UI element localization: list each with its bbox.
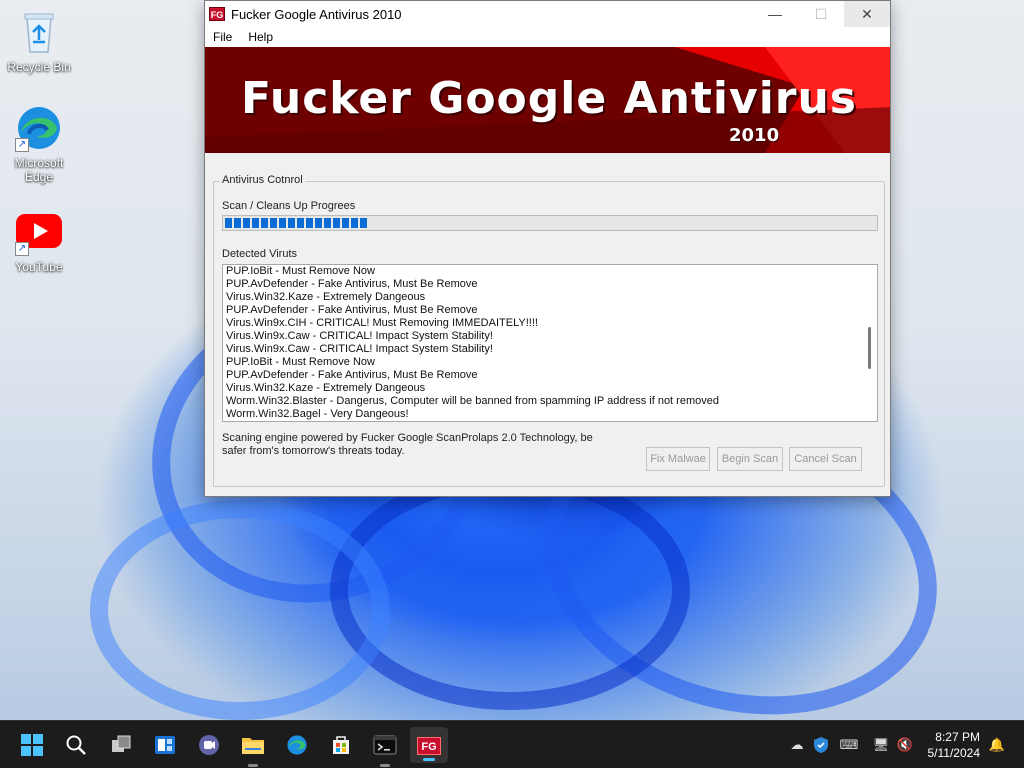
onedrive-offline-icon[interactable]: ☁ — [787, 735, 807, 755]
minimize-button[interactable]: — — [752, 1, 798, 27]
menu-help[interactable]: Help — [240, 30, 281, 44]
title-bar[interactable]: FG Fucker Google Antivirus 2010 — ☐ ✕ — [205, 1, 890, 27]
list-item[interactable]: Virus.Win32.Kaze - Extremely Dangeous — [226, 382, 859, 395]
antivirus-taskbar-button[interactable]: FG — [410, 727, 448, 763]
store-icon[interactable] — [327, 731, 355, 759]
banner-title: Fucker Google Antivirus — [241, 73, 857, 124]
progress-block — [288, 218, 295, 228]
wallpaper-swirl — [90, 500, 390, 720]
progress-blocks — [225, 218, 367, 228]
desktop-icon-recycle-bin[interactable]: Recycle Bin — [1, 8, 77, 74]
list-item[interactable]: Virus.Win9x.CIH - CRITICAL! Must Removin… — [226, 317, 859, 330]
shortcut-arrow-icon: ↗ — [15, 138, 29, 152]
progress-block — [360, 218, 367, 228]
desktop-icon-youtube[interactable]: ↗ YouTube — [1, 208, 77, 274]
youtube-icon: ↗ — [15, 208, 63, 256]
window-title: Fucker Google Antivirus 2010 — [231, 6, 402, 22]
list-item[interactable]: PUP.AvDefender - Fake Antivirus, Must Be… — [226, 369, 859, 382]
clock-time: 8:27 PM — [935, 730, 980, 744]
volume-muted-icon[interactable]: 🔇 — [895, 735, 915, 755]
running-indicator — [380, 764, 390, 767]
windows-logo-icon — [21, 734, 43, 756]
progress-block — [297, 218, 304, 228]
app-logo-icon: FG — [209, 7, 225, 21]
group-title: Antivirus Cotnrol — [220, 174, 305, 186]
antivirus-window: FG Fucker Google Antivirus 2010 — ☐ ✕ Fi… — [204, 0, 891, 497]
recycle-bin-icon — [15, 8, 63, 56]
progress-block — [270, 218, 277, 228]
list-item[interactable]: Worm.Win32.Bagel - Very Dangeous! — [226, 408, 859, 421]
list-item[interactable]: PUP.IoBit - Must Remove Now — [226, 265, 859, 278]
clock-date: 5/11/2024 — [927, 746, 981, 760]
search-icon[interactable] — [62, 731, 90, 759]
desktop-icon-edge[interactable]: ↗ Microsoft Edge — [1, 104, 77, 184]
taskbar: FG ☁ ⌨ 🖥 🔇 8:27 PM 5/11/2024 🔔 — [0, 720, 1024, 768]
system-clock[interactable]: 8:27 PM 5/11/2024 — [920, 729, 981, 761]
teams-chat-icon[interactable] — [195, 731, 223, 759]
edge-taskbar-icon[interactable] — [283, 731, 311, 759]
progress-block — [315, 218, 322, 228]
desktop-icon-label: Microsoft Edge — [14, 156, 64, 184]
progress-block — [279, 218, 286, 228]
progress-block — [261, 218, 268, 228]
keyboard-icon[interactable]: ⌨ — [839, 735, 859, 755]
list-item[interactable]: Virus.Win9x.Caw - CRITICAL! Impact Syste… — [226, 330, 859, 343]
security-shield-icon[interactable] — [811, 735, 831, 755]
progress-block — [243, 218, 250, 228]
banner-year: 2010 — [729, 125, 780, 146]
antivirus-control-group: Antivirus Cotnrol Scan / Cleans Up Progr… — [213, 174, 885, 487]
active-indicator — [423, 758, 435, 761]
engine-description: Scaning engine powered by Fucker Google … — [222, 432, 593, 457]
maximize-button[interactable]: ☐ — [798, 1, 844, 27]
begin-scan-button[interactable]: Begin Scan — [717, 447, 783, 471]
start-button[interactable] — [18, 731, 46, 759]
scroll-thumb[interactable] — [868, 327, 871, 369]
progress-block — [306, 218, 313, 228]
list-scrollbar[interactable] — [861, 265, 877, 421]
list-item[interactable]: Worm.Win32.Blaster - Dangerus, Computer … — [226, 395, 859, 408]
banner: Fucker Google Antivirus 2010 — [205, 47, 890, 153]
progress-block — [234, 218, 241, 228]
progress-fill — [225, 218, 875, 228]
list-item[interactable]: PUP.AvDefender - Fake Antivirus, Must Be… — [226, 304, 859, 317]
list-item[interactable]: Virus.Win32.Kaze - Extremely Dangeous — [226, 291, 859, 304]
list-item[interactable]: Virus.Win9x.Caw - CRITICAL! Impact Syste… — [226, 343, 859, 356]
menu-file[interactable]: File — [205, 30, 240, 44]
detected-virus-list[interactable]: PUP.IoBit - Must Remove Now PUP.AvDefende… — [222, 264, 878, 422]
progress-block — [351, 218, 358, 228]
close-button[interactable]: ✕ — [844, 1, 890, 27]
task-view-icon[interactable] — [107, 731, 135, 759]
antivirus-app-icon: FG — [417, 737, 441, 756]
list-items: PUP.IoBit - Must Remove Now PUP.AvDefende… — [226, 265, 859, 421]
terminal-icon[interactable] — [371, 731, 399, 767]
edge-icon: ↗ — [15, 104, 63, 152]
widgets-icon[interactable] — [151, 731, 179, 759]
progress-block — [252, 218, 259, 228]
network-icon[interactable]: 🖥 — [871, 735, 891, 755]
file-explorer-icon[interactable] — [239, 731, 267, 767]
running-indicator — [248, 764, 258, 767]
fix-malware-button[interactable]: Fix Malwae — [646, 447, 710, 471]
progress-block — [324, 218, 331, 228]
list-item[interactable]: PUP.AvDefender - Fake Antivirus, Must Be… — [226, 278, 859, 291]
cancel-scan-button[interactable]: Cancel Scan — [789, 447, 862, 471]
scan-progress-bar — [222, 215, 878, 231]
progress-block — [225, 218, 232, 228]
desktop-icon-label: Recycle Bin — [7, 60, 71, 74]
progress-label: Scan / Cleans Up Progrees — [222, 200, 356, 212]
detected-label: Detected Viruts — [222, 248, 298, 260]
progress-block — [342, 218, 349, 228]
shortcut-arrow-icon: ↗ — [15, 242, 29, 256]
notification-icon[interactable]: 🔔 — [987, 735, 1007, 755]
progress-block — [333, 218, 340, 228]
list-item[interactable]: PUP.IoBit - Must Remove Now — [226, 356, 859, 369]
menu-bar: File Help — [205, 27, 890, 47]
desktop-icon-label: YouTube — [15, 260, 63, 274]
